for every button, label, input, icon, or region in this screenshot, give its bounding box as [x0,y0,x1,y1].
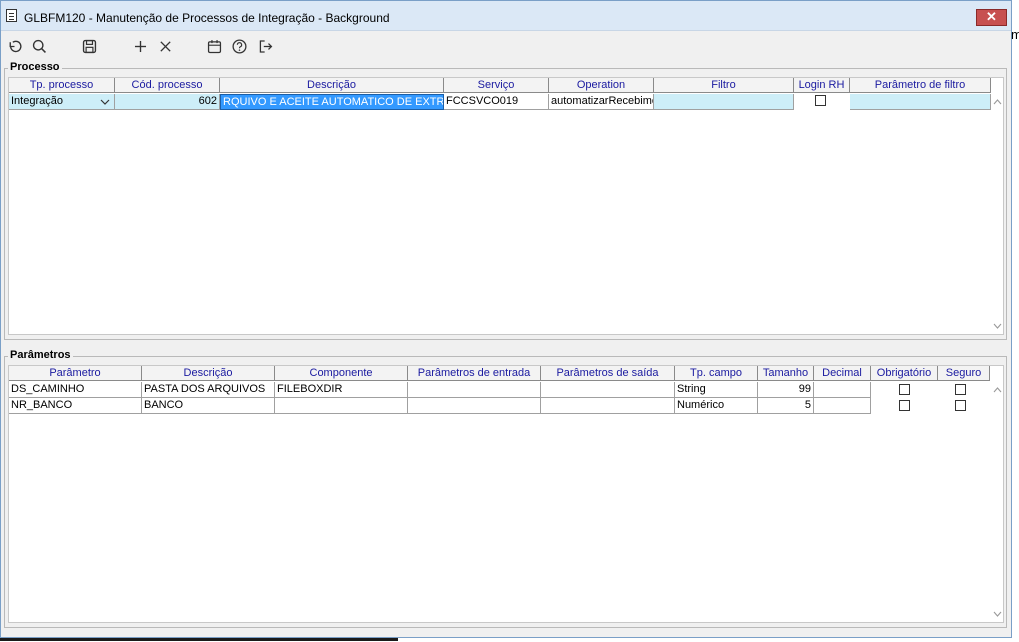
col-header-parametro[interactable]: Parâmetro [9,366,142,381]
exit-button[interactable] [255,36,275,56]
descricao-cell[interactable]: BANCO [142,398,275,414]
save-icon [82,39,96,53]
tp-campo-cell[interactable]: Numérico [675,398,758,414]
add-icon [134,40,146,52]
delete-button[interactable] [155,36,175,56]
window-title: GLBFM120 - Manutenção de Processos de In… [24,11,390,25]
col-header-parametro-filtro[interactable]: Parâmetro de filtro [850,78,991,93]
calendar-icon [207,39,221,53]
descricao-cell[interactable]: RQUIVO E ACEITE AUTOMATICO DE EXTRATO [220,94,444,110]
componente-cell[interactable] [275,398,408,414]
col-header-seguro[interactable]: Seguro [938,366,990,381]
document-icon [6,9,17,22]
undo-icon [9,40,22,52]
obrigatorio-checkbox[interactable] [899,384,910,395]
parametro-cell[interactable]: DS_CAMINHO [9,382,142,398]
col-header-descricao[interactable]: Descrição [142,366,275,381]
tp-campo-cell[interactable]: String [675,382,758,398]
cod-processo-cell[interactable]: 602 [115,94,220,110]
taskbar-edge [0,638,398,641]
search-icon [32,39,46,53]
saida-cell[interactable] [541,382,675,398]
col-header-operation[interactable]: Operation [549,78,654,93]
scroll-up-icon[interactable] [992,386,1002,394]
componente-cell[interactable]: FILEBOXDIR [275,382,408,398]
processo-group: Processo Tp. processo Cód. processo Desc… [4,61,1007,340]
entrada-cell[interactable] [408,398,541,414]
col-header-servico[interactable]: Serviço [444,78,549,93]
seguro-checkbox[interactable] [955,384,966,395]
saida-cell[interactable] [541,398,675,414]
close-button[interactable]: ✕ [976,9,1007,26]
seguro-checkbox[interactable] [955,400,966,411]
search-button[interactable] [29,36,49,56]
parametro-cell[interactable]: NR_BANCO [9,398,142,414]
tamanho-cell[interactable]: 99 [758,382,814,398]
scroll-up-icon[interactable] [992,98,1002,106]
scroll-down-icon[interactable] [992,610,1002,618]
operation-cell[interactable]: automatizarRecebime [549,94,654,110]
decimal-cell[interactable] [814,398,871,414]
background-window-text: m [1011,27,1019,42]
col-header-parametros-entrada[interactable]: Parâmetros de entrada [408,366,541,381]
toolbar [1,33,1011,61]
col-header-cod-processo[interactable]: Cód. processo [115,78,220,93]
exit-icon [259,39,272,53]
col-header-filtro[interactable]: Filtro [654,78,794,93]
login-rh-checkbox[interactable] [815,95,826,106]
servico-cell[interactable]: FCCSVCO019 [444,94,549,110]
obrigatorio-checkbox[interactable] [899,400,910,411]
tp-processo-value: Integração [11,95,63,107]
title-bar: GLBFM120 - Manutenção de Processos de In… [1,1,1011,31]
filtro-cell[interactable] [654,94,794,110]
tamanho-cell[interactable]: 5 [758,398,814,414]
undo-button[interactable] [4,36,24,56]
col-header-tp-processo[interactable]: Tp. processo [9,78,115,93]
parametros-group: Parâmetros Parâmetro Descrição Component… [4,349,1007,628]
help-button[interactable] [229,36,249,56]
save-button[interactable] [79,36,99,56]
descricao-cell[interactable]: PASTA DOS ARQUIVOS [142,382,275,398]
col-header-tamanho[interactable]: Tamanho [758,366,814,381]
main-window: GLBFM120 - Manutenção de Processos de In… [0,0,1012,638]
parametro-filtro-cell[interactable] [850,94,991,110]
col-header-decimal[interactable]: Decimal [814,366,871,381]
decimal-cell[interactable] [814,382,871,398]
col-header-tp-campo[interactable]: Tp. campo [675,366,758,381]
col-header-descricao[interactable]: Descrição [220,78,444,93]
col-header-login-rh[interactable]: Login RH [794,78,850,93]
help-icon [231,38,247,54]
calendar-button[interactable] [204,36,224,56]
processo-label: Processo [8,61,62,73]
entrada-cell[interactable] [408,382,541,398]
col-header-componente[interactable]: Componente [275,366,408,381]
scroll-down-icon[interactable] [992,322,1002,330]
col-header-parametros-saida[interactable]: Parâmetros de saída [541,366,675,381]
processo-grid: Tp. processo Cód. processo Descrição Ser… [8,77,1004,335]
parametros-grid: Parâmetro Descrição Componente Parâmetro… [8,365,1004,623]
col-header-obrigatorio[interactable]: Obrigatório [871,366,938,381]
add-button[interactable] [130,36,150,56]
delete-icon [159,40,171,52]
chevron-down-icon[interactable] [99,95,111,109]
parametros-label: Parâmetros [8,349,73,361]
